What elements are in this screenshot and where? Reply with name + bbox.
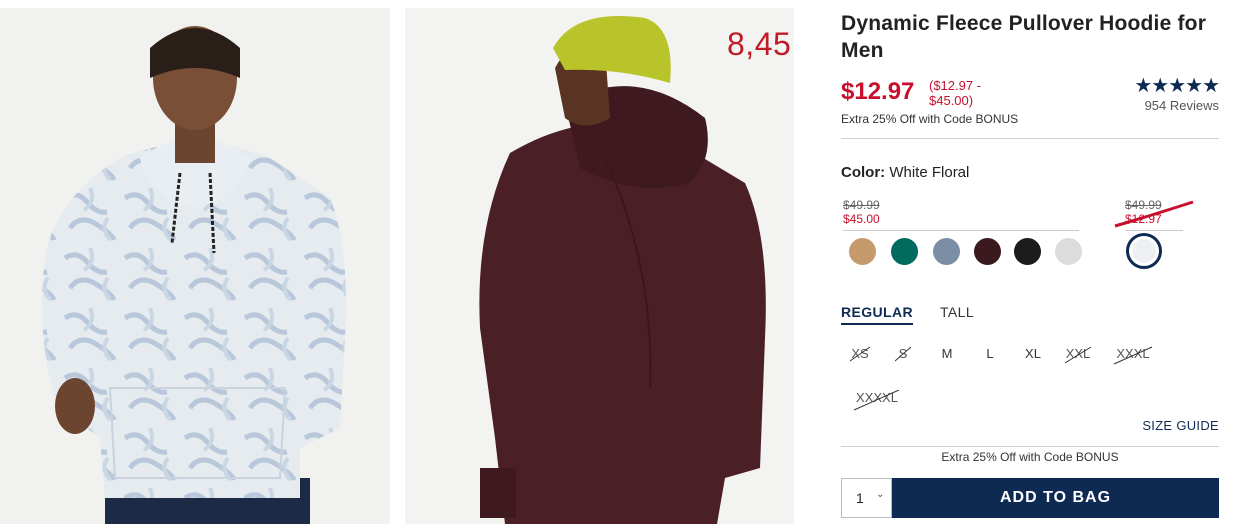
size-label: M	[941, 346, 953, 361]
size-xl[interactable]: XL	[1022, 346, 1044, 361]
size-label: XL	[1025, 346, 1041, 361]
size-guide-link[interactable]: SIZE GUIDE	[1142, 418, 1219, 433]
swatch-teal[interactable]	[891, 238, 918, 265]
divider	[841, 446, 1219, 447]
price-range: ($12.97 - $45.00)	[929, 78, 982, 108]
tab-regular[interactable]: REGULAR	[841, 304, 914, 325]
divider	[1125, 230, 1183, 231]
rating[interactable]: ★★★★★ 954 Reviews	[1134, 75, 1220, 113]
product-image-front[interactable]	[0, 8, 390, 524]
current-price: $12.97	[841, 78, 915, 105]
size-label: L	[986, 346, 994, 361]
product-title: Dynamic Fleece Pullover Hoodie for Men	[841, 12, 1207, 62]
product-image-back[interactable]	[405, 8, 794, 524]
unavailable-strike-icon	[1113, 346, 1153, 365]
chevron-down-icon: ⌄	[876, 489, 885, 500]
original-price: $49.99	[843, 198, 880, 212]
unavailable-strike-icon	[853, 390, 900, 411]
size-xs[interactable]: XS	[849, 346, 871, 362]
swatch-light-gray[interactable]	[1055, 238, 1082, 265]
sale-price: $45.00	[843, 212, 880, 226]
overlay-price-annotation: 8,45	[727, 26, 792, 62]
size-l[interactable]: L	[983, 346, 997, 361]
swatch-white-floral[interactable]	[1126, 233, 1162, 269]
product-info-panel: Dynamic Fleece Pullover Hoodie for Men $…	[841, 10, 1220, 524]
add-to-bag-button[interactable]: ADD TO BAG	[892, 478, 1219, 518]
price-group-regular: $49.99 $45.00	[843, 198, 1081, 231]
size-xxl[interactable]: XXL	[1063, 346, 1093, 364]
swatch-black[interactable]	[1014, 238, 1041, 265]
color-label: Color:	[841, 164, 886, 181]
strike-through-mark-icon	[1114, 200, 1194, 228]
swatch-burgundy[interactable]	[974, 238, 1001, 265]
unavailable-strike-icon	[895, 346, 911, 362]
color-swatches	[841, 233, 1219, 278]
unavailable-strike-icon	[849, 346, 871, 362]
size-m[interactable]: M	[939, 346, 955, 361]
review-count-link[interactable]: 954 Reviews	[1134, 98, 1219, 113]
quantity-value: 1	[856, 490, 864, 506]
color-selection-label: Color: White Floral	[841, 164, 969, 181]
tab-tall[interactable]: TALL	[940, 304, 974, 323]
size-xxxl[interactable]: XXXL	[1113, 346, 1153, 365]
size-s[interactable]: S	[895, 346, 911, 362]
size-xxxxl[interactable]: XXXXL	[853, 390, 901, 411]
divider	[843, 230, 1079, 231]
star-rating-icon: ★★★★★	[1134, 75, 1220, 97]
swatch-slate-blue[interactable]	[933, 238, 960, 265]
unavailable-strike-icon	[1064, 346, 1092, 364]
swatch-tan[interactable]	[849, 238, 876, 265]
quantity-select[interactable]: 1 ⌄	[841, 478, 892, 518]
color-value: White Floral	[889, 164, 970, 181]
promo-text-bottom: Extra 25% Off with Code BONUS	[941, 450, 1119, 464]
promo-text: Extra 25% Off with Code BONUS	[841, 112, 1019, 126]
divider	[841, 138, 1219, 139]
price-group-clearance: $49.99 $12.97	[1114, 198, 1219, 231]
